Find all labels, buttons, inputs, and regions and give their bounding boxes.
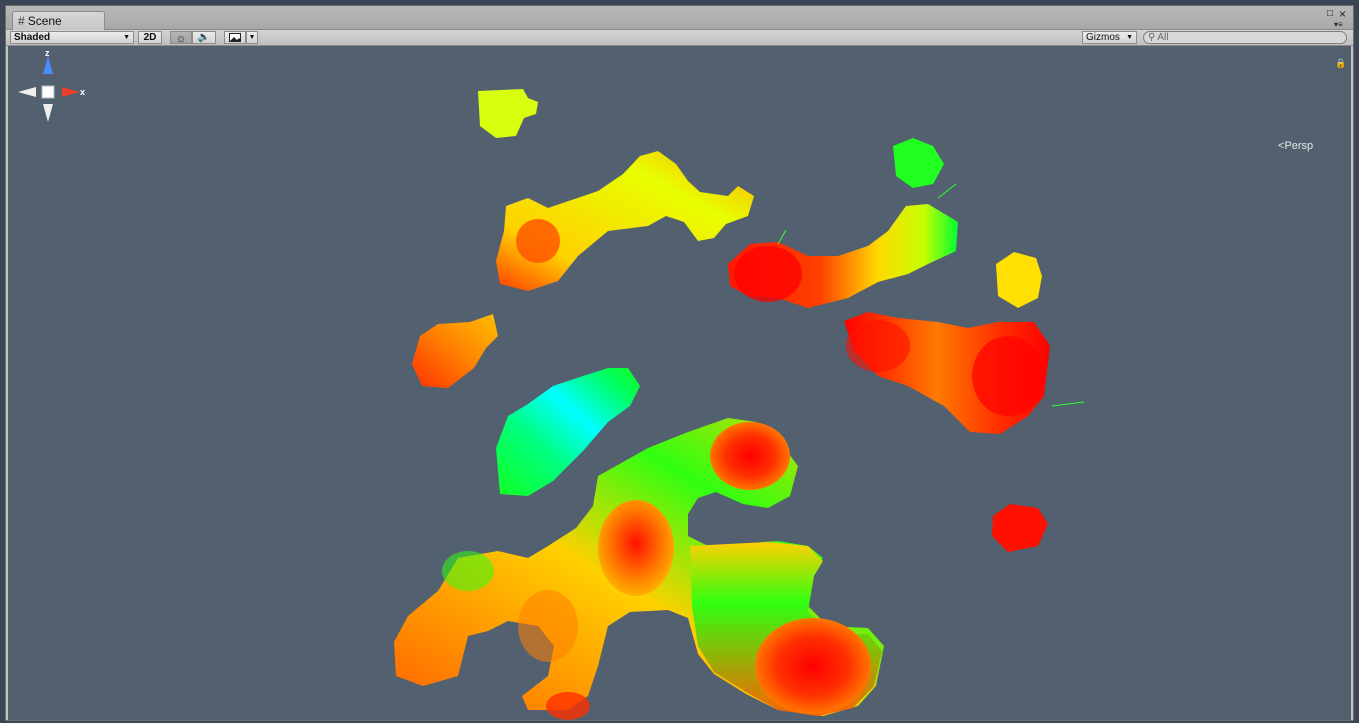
search-field[interactable]: ⚲ All <box>1143 31 1347 44</box>
tab-bar: # Scene □ × ▾≡ <box>6 6 1353 30</box>
draw-mode-dropdown[interactable]: Shaded ▼ <box>10 31 134 44</box>
gizmo-line <box>1051 401 1085 407</box>
2d-toggle-button[interactable]: 2D <box>138 31 162 44</box>
x-axis-label: x <box>80 87 85 97</box>
maximize-icon[interactable]: □ <box>1327 9 1333 19</box>
close-icon[interactable]: × <box>1339 8 1346 20</box>
tab-menu-icon[interactable]: ▾≡ <box>1334 20 1343 30</box>
gizmos-dropdown[interactable]: Gizmos ▼ <box>1082 31 1137 44</box>
scene-window: # Scene □ × ▾≡ Shaded ▼ 2D ☼ 🔈 ▼ Gizmos … <box>5 5 1354 721</box>
blob <box>412 314 498 388</box>
hot-spot <box>972 336 1044 416</box>
blob <box>992 504 1048 552</box>
hot-spot <box>734 246 802 302</box>
blob <box>478 89 538 138</box>
lighting-toggle-button[interactable]: ☼ <box>170 30 192 45</box>
hot-spot <box>546 692 590 720</box>
blob <box>996 252 1042 308</box>
effects-button[interactable] <box>224 31 246 44</box>
heatmap-blobs <box>394 89 1085 720</box>
sun-icon: ☼ <box>175 30 187 45</box>
scene-toolbar: Shaded ▼ 2D ☼ 🔈 ▼ Gizmos ▼ ⚲ All <box>6 30 1353 46</box>
tab-scene[interactable]: # Scene <box>12 11 105 30</box>
search-placeholder: All <box>1157 32 1169 43</box>
x-axis-cone <box>62 87 80 97</box>
gizmos-label: Gizmos <box>1086 32 1120 43</box>
lock-icon[interactable]: 🔒 <box>1335 58 1346 69</box>
neg-z-cone <box>43 104 53 122</box>
hot-spot <box>755 618 871 714</box>
hot-spot <box>598 500 674 596</box>
gizmo-line <box>777 229 787 245</box>
hot-spot <box>710 422 790 490</box>
image-icon <box>229 33 241 42</box>
orientation-gizmo[interactable]: z x <box>8 46 88 146</box>
hot-spot <box>442 551 494 591</box>
gizmo-line <box>937 183 957 199</box>
projection-label[interactable]: <Persp <box>1278 140 1313 152</box>
search-icon: ⚲ <box>1148 32 1156 43</box>
tab-label: Scene <box>27 14 62 28</box>
chevron-down-icon: ▼ <box>123 34 130 41</box>
hot-spot <box>846 320 910 372</box>
audio-toggle-button[interactable]: 🔈 <box>192 31 216 44</box>
scene-viewport[interactable]: z x 🔒 <Persp <box>8 46 1351 720</box>
projection-text: Persp <box>1284 140 1314 152</box>
chevron-down-icon: ▼ <box>1126 34 1133 41</box>
center-cube <box>41 85 55 99</box>
speaker-icon: 🔈 <box>197 32 211 43</box>
z-axis-cone <box>43 56 53 74</box>
neg-x-cone <box>18 87 36 97</box>
blob <box>893 138 944 188</box>
scene-grid-icon: # <box>18 14 25 28</box>
hot-spot <box>518 590 578 662</box>
effects-dropdown-arrow[interactable]: ▼ <box>246 31 258 44</box>
draw-mode-label: Shaded <box>14 32 51 43</box>
z-axis-label: z <box>45 48 50 58</box>
hot-spot <box>516 219 560 263</box>
